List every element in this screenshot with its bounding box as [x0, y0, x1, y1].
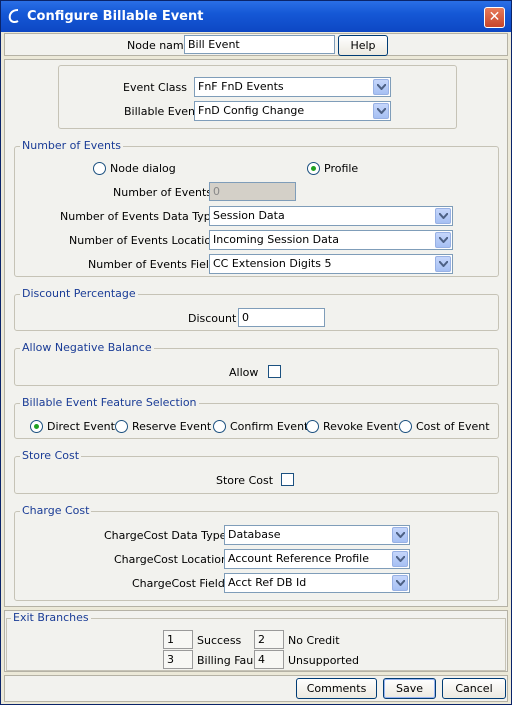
window-title: Configure Billable Event: [27, 9, 204, 24]
exit-branches-panel: Exit Branches 1 Success 2 No Credit 3 Bi…: [4, 610, 508, 672]
events-location-select[interactable]: Incoming Session Data: [209, 230, 453, 250]
number-of-events-input[interactable]: 0: [209, 182, 296, 201]
reserve-event-radio[interactable]: [115, 420, 128, 433]
discount-label: Discount: [188, 312, 237, 325]
close-button[interactable]: ✕: [484, 7, 505, 28]
chevron-down-icon[interactable]: [373, 79, 389, 95]
store-cost-title: Store Cost: [20, 449, 82, 462]
chargecost-location-label: ChargeCost Location: [114, 553, 228, 566]
discount-input[interactable]: 0: [238, 308, 325, 327]
direct-event-radio[interactable]: [30, 420, 43, 433]
node-dialog-radio[interactable]: [93, 162, 106, 175]
chevron-down-icon[interactable]: [392, 527, 408, 543]
chargecost-data-type-label: ChargeCost Data Type: [104, 529, 227, 542]
exit-num-1: 1: [163, 630, 193, 649]
event-class-label: Event Class: [123, 81, 187, 94]
events-data-type-value: Session Data: [213, 209, 285, 222]
charge-cost-title: Charge Cost: [20, 504, 92, 517]
discount-title: Discount Percentage: [20, 287, 138, 300]
profile-radio[interactable]: [307, 162, 320, 175]
node-name-label: Node name: [127, 39, 191, 52]
app-logo-icon: [7, 8, 23, 24]
chargecost-field-select[interactable]: Acct Ref DB Id: [224, 573, 410, 593]
help-button[interactable]: Help: [338, 35, 388, 56]
events-location-label: Number of Events Location: [69, 234, 219, 247]
events-data-type-label: Number of Events Data Type: [60, 210, 218, 223]
exit-num-2: 2: [254, 630, 284, 649]
cost-of-event-radio[interactable]: [399, 420, 412, 433]
exit-label-unsupported: Unsupported: [288, 654, 360, 667]
confirm-event-radio[interactable]: [213, 420, 226, 433]
cancel-button[interactable]: Cancel: [442, 678, 506, 699]
title-bar[interactable]: Configure Billable Event ✕: [1, 1, 511, 32]
save-button[interactable]: Save: [383, 678, 436, 699]
allow-label: Allow: [229, 366, 259, 379]
chevron-down-icon[interactable]: [435, 208, 451, 224]
direct-event-label: Direct Event: [47, 420, 115, 433]
events-field-select[interactable]: CC Extension Digits 5: [209, 254, 453, 274]
events-field-label: Number of Events Field: [88, 258, 216, 271]
exit-num-4: 4: [254, 650, 284, 669]
events-field-value: CC Extension Digits 5: [213, 257, 332, 270]
profile-label: Profile: [324, 162, 359, 175]
main-panel: Event Class FnF FnD Events Billable Even…: [4, 59, 508, 607]
dialog-window: Configure Billable Event ✕ Node name Bil…: [0, 0, 512, 705]
chargecost-data-type-value: Database: [228, 528, 281, 541]
chevron-down-icon[interactable]: [392, 551, 408, 567]
footer-panel: Comments Save Cancel: [4, 675, 508, 702]
chargecost-location-value: Account Reference Profile: [228, 552, 370, 565]
close-icon: ✕: [488, 9, 501, 25]
chevron-down-icon[interactable]: [435, 256, 451, 272]
events-data-type-select[interactable]: Session Data: [209, 206, 453, 226]
revoke-event-label: Revoke Event: [323, 420, 398, 433]
comments-button[interactable]: Comments: [296, 678, 377, 699]
chargecost-field-value: Acct Ref DB Id: [228, 576, 307, 589]
event-class-value: FnF FnD Events: [198, 80, 284, 93]
allow-checkbox[interactable]: [268, 365, 281, 378]
exit-label-billing-fault: Billing Fault: [197, 654, 261, 667]
exit-branches-title: Exit Branches: [11, 611, 91, 624]
store-cost-checkbox[interactable]: [281, 473, 294, 486]
reserve-event-label: Reserve Event: [132, 420, 212, 433]
number-of-events-label: Number of Events: [113, 186, 213, 199]
chevron-down-icon[interactable]: [392, 575, 408, 591]
event-class-select[interactable]: FnF FnD Events: [194, 77, 391, 97]
chargecost-field-label: ChargeCost Field: [132, 577, 225, 590]
exit-label-success: Success: [197, 634, 242, 647]
confirm-event-label: Confirm Event: [230, 420, 309, 433]
number-of-events-title: Number of Events: [20, 139, 124, 152]
node-name-panel: Node name Bill Event Help: [4, 33, 508, 56]
events-location-value: Incoming Session Data: [213, 233, 339, 246]
node-dialog-label: Node dialog: [110, 162, 176, 175]
negative-balance-title: Allow Negative Balance: [20, 341, 154, 354]
chargecost-location-select[interactable]: Account Reference Profile: [224, 549, 410, 569]
node-name-input[interactable]: Bill Event: [184, 35, 335, 54]
feature-title: Billable Event Feature Selection: [20, 396, 199, 409]
cost-of-event-label: Cost of Event: [416, 420, 490, 433]
chevron-down-icon[interactable]: [435, 232, 451, 248]
exit-label-no-credit: No Credit: [288, 634, 340, 647]
chevron-down-icon[interactable]: [373, 103, 389, 119]
chargecost-data-type-select[interactable]: Database: [224, 525, 410, 545]
billable-event-select[interactable]: FnD Config Change: [194, 101, 391, 121]
exit-num-3: 3: [163, 650, 193, 669]
revoke-event-radio[interactable]: [306, 420, 319, 433]
billable-event-value: FnD Config Change: [198, 104, 305, 117]
billable-event-label: Billable Event: [124, 105, 200, 118]
store-cost-label: Store Cost: [216, 474, 274, 487]
